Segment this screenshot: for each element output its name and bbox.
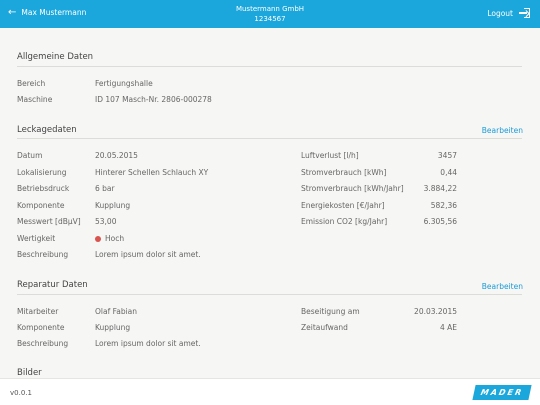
value-zeitaufwand: 4 AE [439, 323, 457, 332]
edit-leckage-button[interactable]: Bearbeiten [482, 126, 523, 135]
value-emission: 6.305,56 [423, 217, 457, 226]
value-wertigkeit: Hoch [95, 234, 124, 243]
label-zeitaufwand: Zeitaufwand [301, 323, 348, 332]
label-wertigkeit: Wertigkeit [17, 234, 56, 243]
status-dot-icon [95, 235, 101, 242]
value-datum: 20.05.2015 [95, 151, 138, 160]
value-energiekosten: 582,36 [430, 201, 457, 210]
section-title-leckage: Leckagedaten [17, 125, 77, 135]
label-luftverlust: Luftverlust [l/h] [301, 151, 359, 160]
label-beschreibung: Beschreibung [17, 250, 69, 259]
label-energiekosten: Energiekosten [€/Jahr] [301, 201, 385, 210]
label-beseitigung: Beseitigung am [301, 307, 360, 316]
logout-button[interactable]: Logout [487, 8, 530, 18]
value-lokalisierung: Hinterer Schellen Schlauch XY [95, 168, 209, 177]
label-komponente-reparatur: Komponente [17, 323, 65, 332]
section-title-bilder: Bilder [17, 368, 42, 378]
section-title-reparatur: Reparatur Daten [17, 280, 88, 290]
label-messwert: Messwert [dBμV] [17, 217, 81, 226]
label-maschine: Maschine [17, 95, 53, 104]
value-komponente-reparatur: Kupplung [95, 323, 131, 332]
company-name: Mustermann GmbH [235, 5, 305, 13]
value-luftverlust: 3457 [437, 151, 457, 160]
footer: v0.0.1 MADER [0, 378, 540, 405]
logout-label: Logout [487, 8, 513, 18]
divider [17, 138, 522, 139]
value-beschreibung: Lorem ipsum dolor sit amet. [95, 250, 201, 259]
edit-reparatur-button[interactable]: Bearbeiten [482, 282, 523, 291]
value-stromverbrauch-jahr: 3.884,22 [423, 184, 457, 193]
label-bereich: Bereich [17, 79, 46, 88]
value-bereich: Fertigungshalle [95, 79, 153, 88]
value-maschine: ID 107 Masch-Nr. 2806-000278 [95, 95, 212, 104]
label-lokalisierung: Lokalisierung [17, 168, 67, 177]
label-komponente: Komponente [17, 201, 65, 210]
section-title-allgemein: Allgemeine Daten [17, 52, 94, 62]
wertigkeit-text: Hoch [105, 234, 125, 243]
value-stromverbrauch-kwh: 0,44 [440, 168, 457, 177]
company-number: 1234567 [254, 14, 286, 23]
value-beseitigung: 20.03.2015 [414, 307, 457, 316]
label-emission: Emission CO2 [kg/Jahr] [301, 217, 388, 226]
top-bar: ← Max Mustermann Mustermann GmbH 1234567… [0, 0, 540, 28]
header-title: Mustermann GmbH 1234567 [0, 5, 540, 24]
divider [17, 294, 522, 295]
label-betriebsdruck: Betriebsdruck [17, 184, 70, 193]
value-mitarbeiter: Olaf Fabian [95, 307, 138, 316]
value-beschreibung-reparatur: Lorem ipsum dolor sit amet. [95, 339, 201, 348]
mader-logo: MADER [472, 385, 532, 400]
divider [17, 66, 522, 67]
label-stromverbrauch-kwh: Stromverbrauch [kWh] [301, 168, 387, 177]
value-betriebsdruck: 6 bar [95, 184, 115, 193]
label-beschreibung-reparatur: Beschreibung [17, 339, 69, 348]
logout-icon [519, 8, 530, 18]
label-datum: Datum [17, 151, 43, 160]
label-mitarbeiter: Mitarbeiter [17, 307, 59, 316]
detail-content[interactable]: Allgemeine Daten Bereich Fertigungshalle… [0, 28, 540, 378]
value-messwert: 53,00 [95, 217, 117, 226]
value-komponente: Kupplung [95, 201, 131, 210]
version-label: v0.0.1 [10, 389, 32, 397]
